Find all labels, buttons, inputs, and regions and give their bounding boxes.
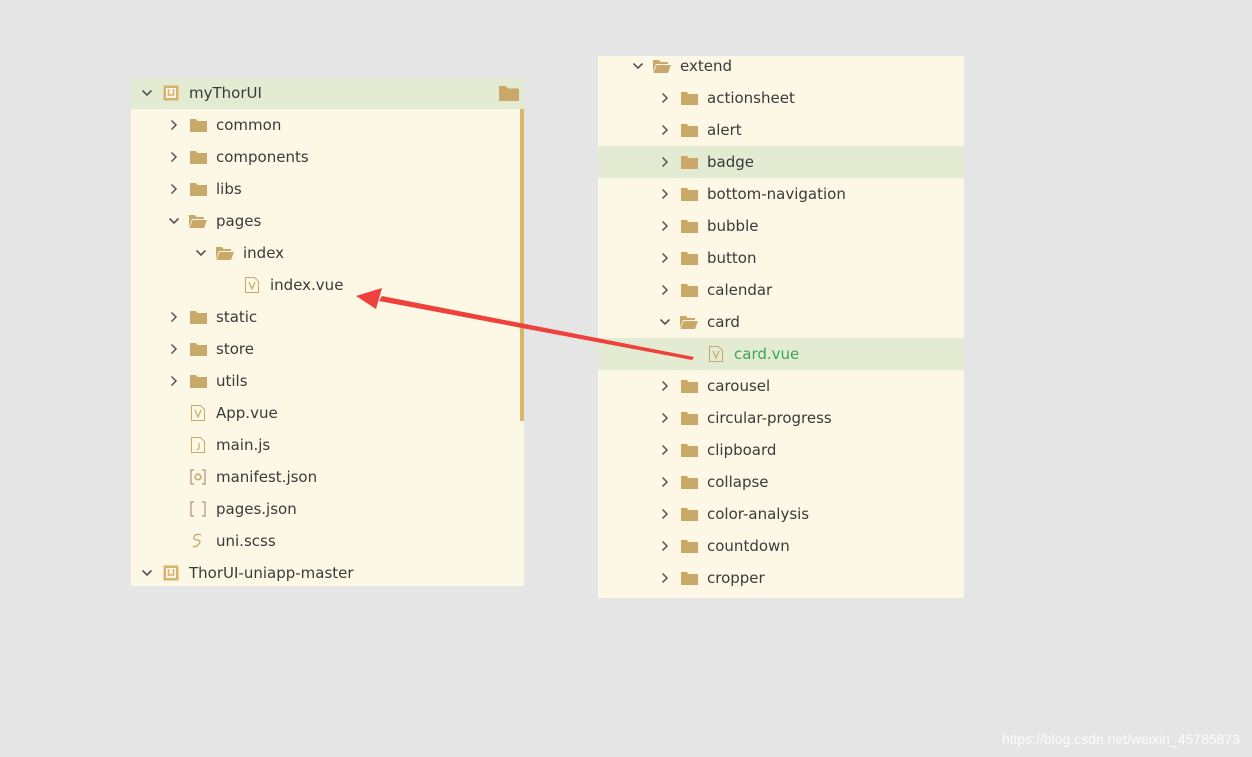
arrow-head (356, 288, 382, 309)
annotation-arrow (356, 288, 694, 360)
arrow-shaft (379, 296, 694, 360)
watermark: https://blog.csdn.net/weixin_45785873 (1001, 731, 1240, 747)
